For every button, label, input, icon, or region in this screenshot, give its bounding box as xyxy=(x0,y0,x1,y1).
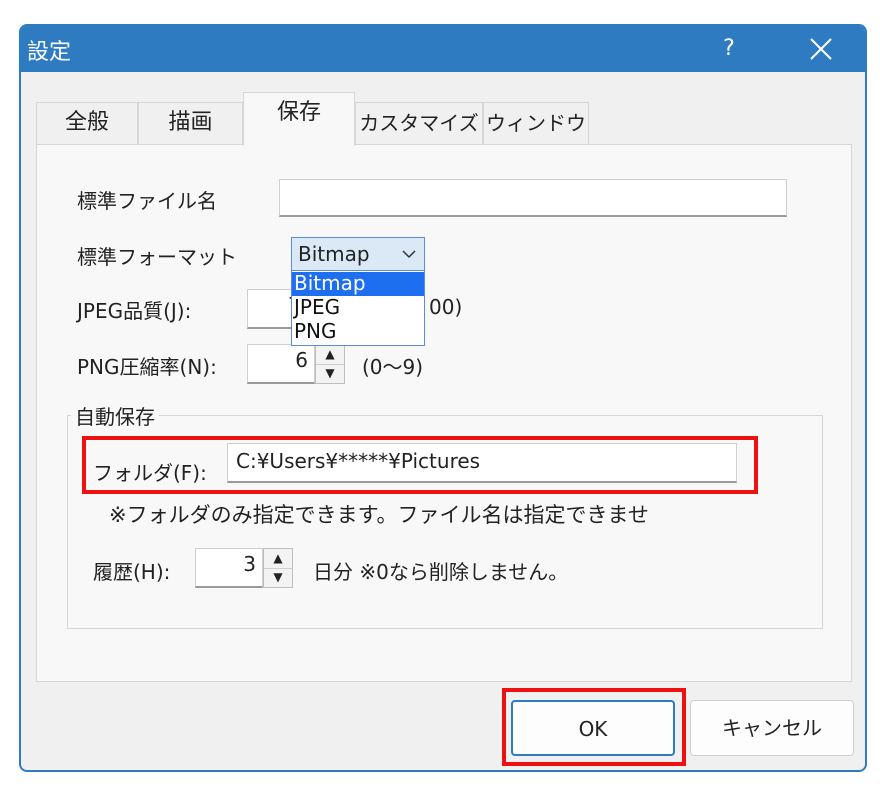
autosave-group-title: 自動保存 xyxy=(71,401,159,430)
format-option-png[interactable]: PNG xyxy=(292,320,424,344)
png-compression-range: (0〜9) xyxy=(362,355,424,379)
format-option-jpeg[interactable]: JPEG xyxy=(292,296,424,320)
jpeg-quality-range: 00) xyxy=(429,295,463,319)
history-spinner[interactable]: ▲ ▼ xyxy=(263,548,293,588)
arrow-down-icon[interactable]: ▼ xyxy=(316,364,344,383)
jpeg-quality-label: JPEG品質(J): xyxy=(77,299,192,323)
title-bar[interactable]: 設定 ? xyxy=(21,26,865,72)
tab-general[interactable]: 全般 xyxy=(36,102,138,144)
format-select[interactable]: Bitmap xyxy=(291,237,425,271)
default-filename-label: 標準ファイル名 xyxy=(77,189,217,213)
png-compression-label: PNG圧縮率(N): xyxy=(77,355,217,379)
arrow-down-icon[interactable]: ▼ xyxy=(264,568,292,587)
help-button[interactable]: ? xyxy=(711,26,747,72)
default-filename-input[interactable] xyxy=(279,179,787,217)
tab-save[interactable]: 保存 xyxy=(243,92,355,146)
tab-customize[interactable]: カスタマイズ xyxy=(355,102,483,144)
arrow-up-icon[interactable]: ▲ xyxy=(264,549,292,569)
close-button[interactable] xyxy=(799,26,843,72)
format-option-bitmap[interactable]: Bitmap xyxy=(292,272,424,296)
default-format-label: 標準フォーマット xyxy=(77,245,237,269)
chevron-down-icon xyxy=(402,250,416,259)
close-icon xyxy=(810,38,832,60)
history-suffix: 日分 ※0なら削除しません。 xyxy=(313,560,569,584)
format-dropdown-list: Bitmap JPEG PNG xyxy=(291,270,425,346)
tab-drawing[interactable]: 描画 xyxy=(138,102,243,144)
png-compression-input[interactable]: 6 xyxy=(247,344,315,384)
arrow-up-icon[interactable]: ▲ xyxy=(316,345,344,365)
png-compression-spinner[interactable]: ▲ ▼ xyxy=(315,344,345,384)
ok-highlight-box xyxy=(502,688,686,766)
cancel-button[interactable]: キャンセル xyxy=(690,700,854,756)
folder-note: ※フォルダのみ指定できます。ファイル名は指定できませ xyxy=(109,503,649,527)
history-label: 履歴(H): xyxy=(93,560,171,584)
save-tab-panel: 標準ファイル名 標準フォーマット Bitmap Bitmap JPEG PNG … xyxy=(36,144,852,682)
window-title: 設定 xyxy=(27,40,72,65)
tab-window[interactable]: ウィンドウ xyxy=(483,102,589,144)
settings-dialog: 設定 ? 全般 描画 保存 カスタマイズ ウィンドウ 標準ファイル名 標準フォー… xyxy=(19,24,867,772)
history-input[interactable]: 3 xyxy=(195,548,263,588)
folder-highlight-box xyxy=(82,436,758,494)
